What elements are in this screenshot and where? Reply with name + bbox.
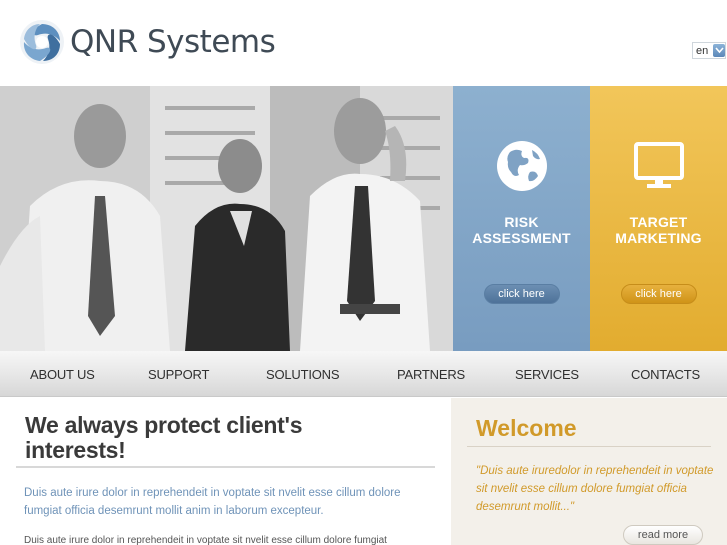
main-content: We always protect client's interests! Du… — [0, 398, 451, 545]
target-click-here-button[interactable]: click here — [620, 284, 697, 304]
nav-solutions[interactable]: SOLUTIONS — [266, 367, 340, 382]
globe-icon — [496, 141, 547, 191]
monitor-icon — [633, 142, 684, 188]
nav-about-us[interactable]: ABOUT US — [30, 367, 95, 382]
nav-contacts[interactable]: CONTACTS — [631, 367, 700, 382]
divider — [467, 446, 711, 447]
risk-click-here-button[interactable]: click here — [483, 284, 560, 304]
hero-photo — [0, 86, 453, 351]
divider — [16, 466, 435, 468]
panel-title: RISK ASSESSMENT — [472, 214, 571, 246]
language-value: en — [696, 44, 709, 57]
read-more-button[interactable]: read more — [623, 525, 703, 545]
page-title: We always protect client's interests! — [25, 412, 303, 463]
welcome-quote: "Duis aute iruredolor in reprehendeit in… — [476, 465, 714, 513]
nav-partners[interactable]: PARTNERS — [397, 367, 465, 382]
logo-swirl-icon — [20, 20, 64, 64]
language-select[interactable]: en — [692, 42, 726, 59]
hero-banner: RISK ASSESSMENT click here TARGET MARKET… — [0, 86, 727, 351]
business-people-illustration — [0, 86, 453, 351]
body-paragraph: Duis aute irure dolor in reprehendeit in… — [24, 535, 387, 545]
header: QNR Systems en — [0, 0, 727, 86]
lead-paragraph: Duis aute irure dolor in reprehendeit in… — [24, 487, 401, 517]
main-nav: ABOUT US SUPPORT SOLUTIONS PARTNERS SERV… — [0, 351, 727, 397]
target-marketing-panel[interactable]: TARGET MARKETING click here — [590, 86, 727, 351]
welcome-title: Welcome — [476, 415, 577, 441]
panel-title: TARGET MARKETING — [615, 214, 702, 246]
logo-text: QNR Systems — [70, 24, 276, 60]
welcome-sidebar: Welcome "Duis aute iruredolor in reprehe… — [451, 398, 727, 545]
risk-assessment-panel[interactable]: RISK ASSESSMENT click here — [453, 86, 590, 351]
chevron-down-icon[interactable] — [713, 44, 725, 57]
logo[interactable]: QNR Systems — [18, 18, 276, 66]
nav-services[interactable]: SERVICES — [515, 367, 579, 382]
nav-support[interactable]: SUPPORT — [148, 367, 209, 382]
